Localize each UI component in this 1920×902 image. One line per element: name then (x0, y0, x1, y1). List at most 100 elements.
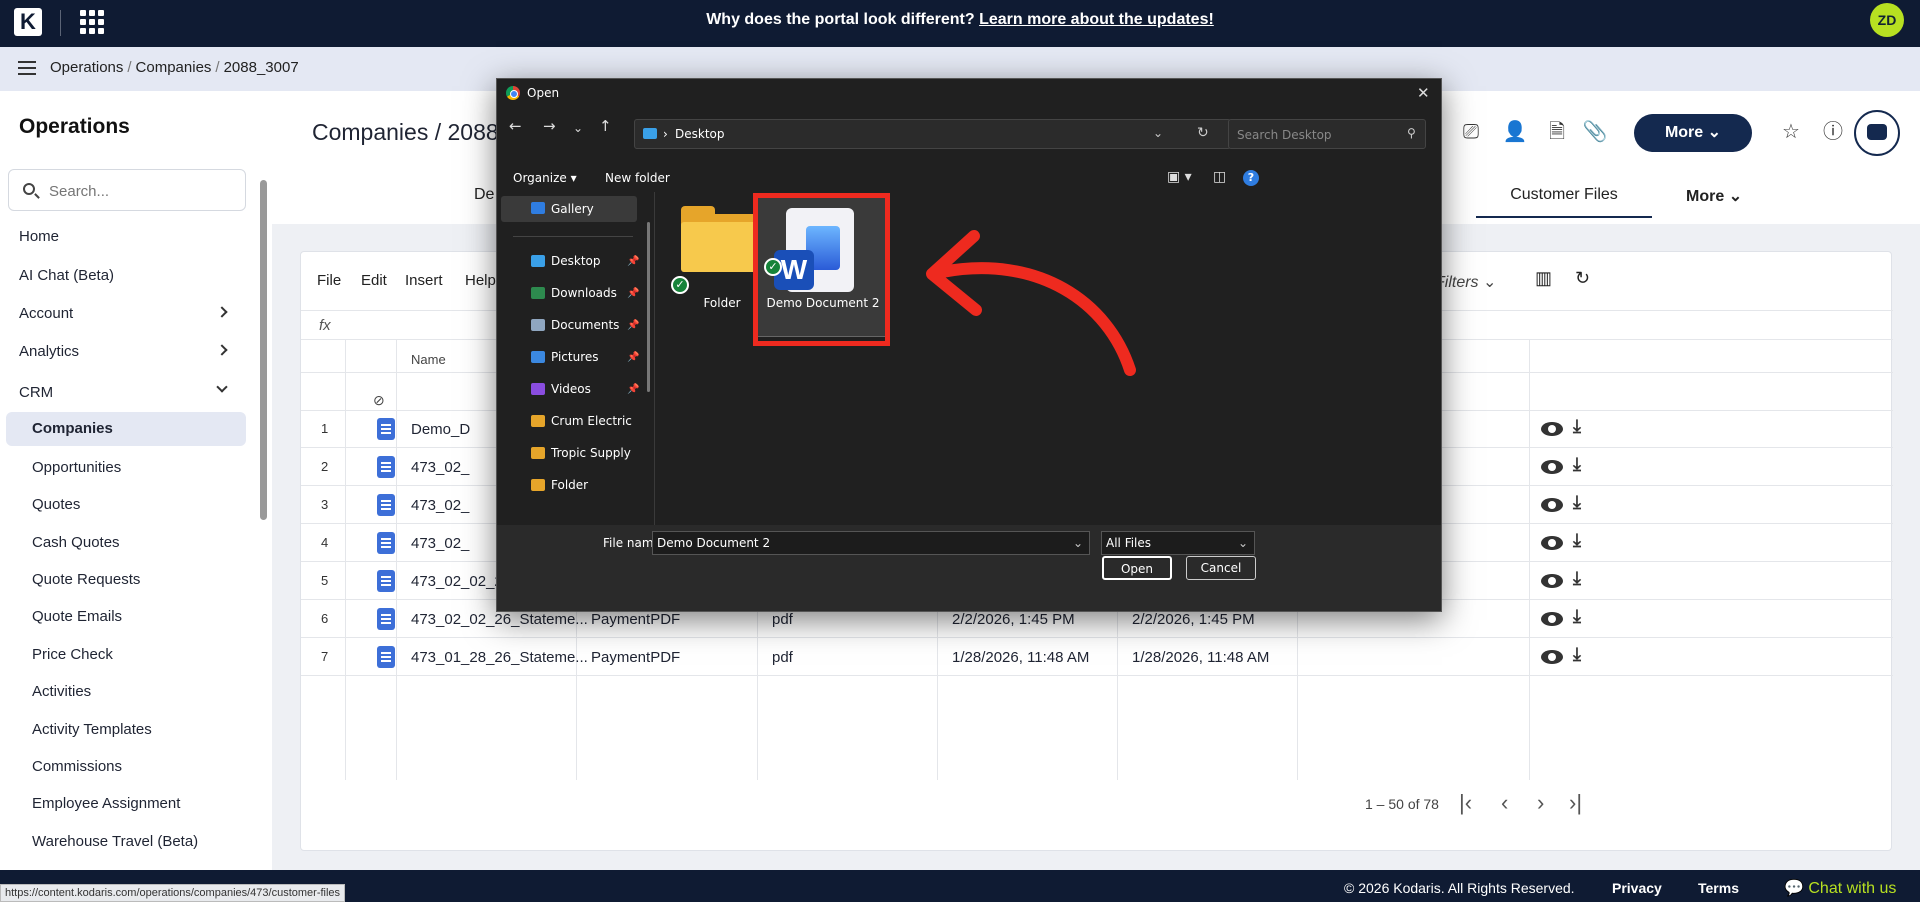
chevron-right-icon[interactable] (216, 344, 228, 356)
app-launcher-icon[interactable] (80, 10, 104, 34)
download-icon[interactable]: ⤓ (1573, 416, 1581, 437)
first-page-icon[interactable]: |‹ (1459, 790, 1472, 816)
menu-help[interactable]: Help (465, 272, 496, 289)
tab-partial[interactable]: De (474, 186, 494, 204)
view-options-icon[interactable]: ▣ ▾ (1167, 169, 1192, 185)
download-icon[interactable]: ⤓ (1573, 530, 1581, 551)
terms-link[interactable]: Terms (1698, 880, 1739, 896)
view-icon[interactable] (1541, 422, 1563, 436)
nav-documents[interactable]: Documents (531, 318, 619, 332)
chevron-down-icon[interactable] (216, 381, 228, 393)
kodaris-logo[interactable]: K (14, 8, 42, 36)
view-icon[interactable] (1541, 612, 1563, 626)
tab-more[interactable]: More ⌄ (1686, 186, 1742, 206)
open-button[interactable]: Open (1102, 556, 1172, 580)
nav-desktop[interactable]: Desktop (531, 254, 601, 268)
menu-edit[interactable]: Edit (361, 272, 387, 289)
refresh-icon[interactable]: ↻ (1575, 268, 1590, 289)
new-folder-button[interactable]: New folder (605, 171, 670, 185)
sidebar-item-quote-emails[interactable]: Quote Emails (32, 608, 122, 625)
filename-input[interactable]: Demo Document 2 ⌄ (652, 531, 1090, 555)
user-avatar[interactable]: ZD (1870, 3, 1904, 37)
dialog-search-input[interactable]: Search Desktop ⚲ (1228, 119, 1426, 149)
view-icon[interactable] (1541, 460, 1563, 474)
download-icon[interactable]: ⤓ (1573, 644, 1581, 665)
menu-insert[interactable]: Insert (405, 272, 443, 289)
organize-button[interactable]: Organize ▾ (513, 171, 577, 185)
view-icon[interactable] (1541, 498, 1563, 512)
download-icon[interactable]: ⤓ (1573, 492, 1581, 513)
tab-customer-files[interactable]: Customer Files (1476, 186, 1652, 218)
sidebar-item-ai-chat[interactable]: AI Chat (Beta) (19, 267, 114, 284)
sidebar-item-activities[interactable]: Activities (32, 683, 91, 700)
recent-chevron-icon[interactable]: ⌄ (573, 121, 583, 135)
back-icon[interactable]: ← (509, 117, 522, 135)
nav-crum-electric[interactable]: Crum Electric (531, 414, 632, 428)
next-page-icon[interactable]: › (1537, 790, 1544, 816)
sidebar-item-quote-requests[interactable]: Quote Requests (32, 571, 140, 588)
add-user-icon[interactable]: 👤 (1502, 119, 1528, 145)
sidebar-item-quotes[interactable]: Quotes (32, 496, 80, 513)
sidebar-search[interactable] (8, 169, 246, 211)
search-input[interactable] (49, 180, 229, 202)
download-icon[interactable]: ⤓ (1573, 454, 1581, 475)
close-icon[interactable]: ✕ (1417, 84, 1430, 102)
filetype-select[interactable]: All Files ⌄ (1101, 531, 1255, 555)
forward-icon[interactable]: → (543, 117, 556, 135)
nav-videos[interactable]: Videos (531, 382, 591, 396)
sidebar-item-price-check[interactable]: Price Check (32, 646, 113, 663)
last-page-icon[interactable]: ›| (1569, 790, 1582, 816)
filters-button[interactable]: Filters ⌄ (1435, 272, 1496, 292)
up-icon[interactable]: ↑ (599, 117, 612, 135)
attachment-icon[interactable]: 📎 (1582, 119, 1608, 145)
column-header-name[interactable]: Name (411, 352, 446, 367)
nav-downloads[interactable]: Downloads (531, 286, 617, 300)
sidebar-item-cash-quotes[interactable]: Cash Quotes (32, 534, 120, 551)
privacy-link[interactable]: Privacy (1612, 880, 1662, 896)
nav-pictures[interactable]: Pictures (531, 350, 599, 364)
sidebar-item-commissions[interactable]: Commissions (32, 758, 122, 775)
sidebar-item-home[interactable]: Home (19, 228, 59, 245)
menu-file[interactable]: File (317, 272, 341, 289)
sidebar-scrollbar[interactable] (258, 168, 268, 868)
star-icon[interactable]: ☆ (1778, 119, 1804, 145)
sidebar-item-analytics[interactable]: Analytics (19, 343, 79, 360)
menu-icon[interactable] (18, 61, 36, 75)
columns-icon[interactable]: ▥ (1535, 268, 1552, 289)
filter-clear-icon[interactable]: ⊘ (373, 392, 385, 409)
nav-tropic-supply[interactable]: Tropic Supply (531, 446, 631, 460)
sidebar-item-account[interactable]: Account (19, 305, 73, 322)
sidebar-item-crm[interactable]: CRM (19, 384, 53, 401)
view-icon[interactable] (1541, 574, 1563, 588)
nav-scrollbar[interactable] (647, 222, 650, 392)
sidebar-item-companies[interactable]: Companies (6, 412, 246, 446)
table-row[interactable]: 7 473_01_28_26_Stateme... PaymentPDF pdf 1/2… (301, 638, 1893, 676)
help-icon[interactable]: ? (1243, 170, 1259, 186)
breadcrumb-companies[interactable]: Companies (136, 59, 212, 76)
nav-folder[interactable]: Folder (531, 478, 588, 492)
chat-button[interactable]: 💬 Chat with us (1784, 878, 1896, 898)
sidebar-item-warehouse-travel[interactable]: Warehouse Travel (Beta) (32, 833, 198, 850)
chevron-right-icon[interactable] (216, 306, 228, 318)
learn-more-link[interactable]: Learn more about the updates! (979, 11, 1214, 28)
prev-page-icon[interactable]: ‹ (1501, 790, 1508, 816)
address-bar[interactable]: › Desktop ⌄ ↻ (634, 119, 1231, 149)
sidebar-item-activity-templates[interactable]: Activity Templates (32, 721, 152, 738)
view-icon[interactable] (1541, 536, 1563, 550)
breadcrumb-operations[interactable]: Operations (50, 59, 123, 76)
assistant-bot-icon[interactable] (1854, 110, 1900, 156)
more-button[interactable]: More ⌄ (1634, 114, 1752, 152)
cancel-button[interactable]: Cancel (1186, 556, 1256, 580)
annotation-arrow (926, 230, 1136, 376)
preview-pane-icon[interactable]: ◫ (1213, 169, 1226, 185)
nav-gallery[interactable]: Gallery (501, 196, 637, 222)
download-icon[interactable]: ⤓ (1573, 568, 1581, 589)
sidebar-item-employee-assignment[interactable]: Employee Assignment (32, 795, 180, 812)
present-icon[interactable]: ⎚ (1458, 119, 1484, 145)
dialog-titlebar[interactable]: Open ✕ (497, 79, 1441, 107)
add-file-icon[interactable]: 🗎 (1544, 119, 1570, 145)
help-icon[interactable]: ⓘ (1820, 119, 1846, 145)
sidebar-item-opportunities[interactable]: Opportunities (32, 459, 121, 476)
download-icon[interactable]: ⤓ (1573, 606, 1581, 627)
view-icon[interactable] (1541, 650, 1563, 664)
